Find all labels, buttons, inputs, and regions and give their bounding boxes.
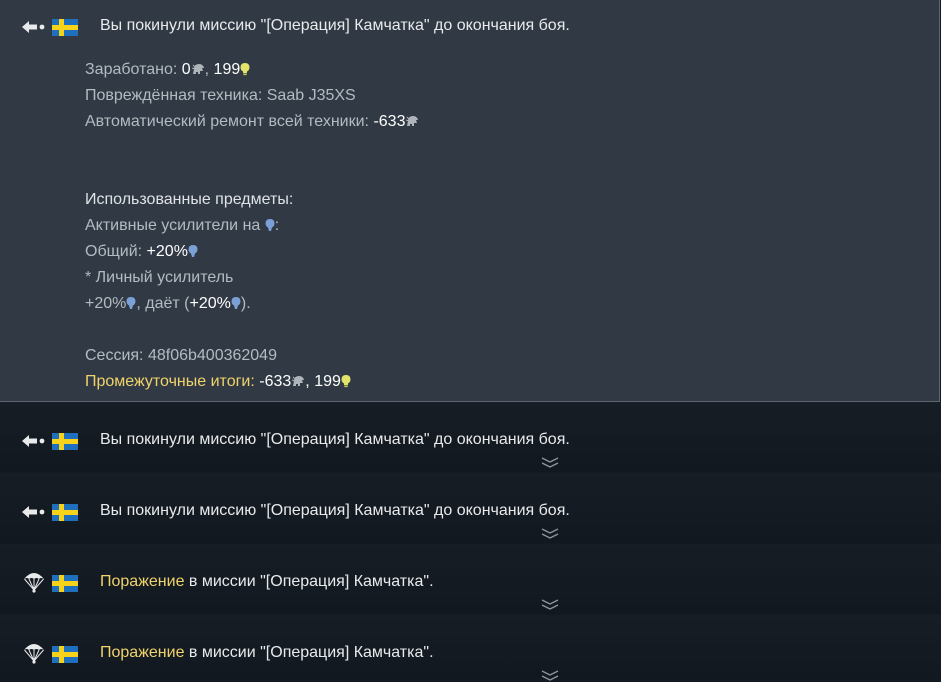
research-points-icon <box>126 296 136 310</box>
entry-header[interactable]: Поражение в миссии "[Операция] Камчатка"… <box>0 639 941 669</box>
entry-message: Вы покинули миссию "[Операция] Камчатка"… <box>100 502 570 519</box>
general-booster-line: Общий: +20% <box>85 243 198 261</box>
entry-message: Вы покинули миссию "[Операция] Камчатка"… <box>100 431 570 448</box>
research-points-icon <box>341 374 351 388</box>
personal-booster-value: +20% <box>85 295 127 312</box>
subtotal-line: Промежуточные итоги: -633, 199 <box>85 373 351 391</box>
entry-header[interactable]: Вы покинули миссию "[Операция] Камчатка"… <box>0 426 941 456</box>
gives-label: , даёт ( <box>136 295 190 312</box>
entry-message: Поражение в миссии "[Операция] Камчатка"… <box>100 644 434 662</box>
exit-arrow-icon <box>22 12 48 42</box>
entry-message: Поражение в миссии "[Операция] Камчатка"… <box>100 573 434 591</box>
personal-booster-label: * Личный усилитель <box>85 269 234 286</box>
parachute-icon <box>22 639 48 669</box>
repair-value: -633 <box>373 113 406 130</box>
damaged-label: Повреждённая техника: <box>85 87 267 104</box>
expanded-entry[interactable]: Вы покинули миссию "[Операция] Камчатка"… <box>0 0 940 402</box>
silver-lion-icon <box>405 114 419 128</box>
repair-line: Автоматический ремонт всей техники: -633 <box>85 113 419 131</box>
chevron-down-icon[interactable] <box>541 599 559 611</box>
silver-lion-icon <box>291 374 305 388</box>
defeat-label: Поражение <box>100 573 185 590</box>
entry-header[interactable]: Вы покинули миссию "[Операция] Камчатка"… <box>0 497 941 527</box>
silver-lion-icon <box>191 62 205 76</box>
defeat-text: в миссии "[Операция] Камчатка". <box>184 573 434 590</box>
sweden-flag-icon <box>52 504 78 521</box>
session-id[interactable]: 48f06b400362049 <box>148 347 277 364</box>
log-entry[interactable]: Вы покинули миссию "[Операция] Камчатка"… <box>0 402 941 472</box>
sweden-flag-icon <box>52 646 78 663</box>
log-entry[interactable]: Поражение в миссии "[Операция] Камчатка"… <box>0 615 941 679</box>
active-boosters-label: Активные усилители на <box>85 217 265 234</box>
defeat-label: Поражение <box>100 644 185 661</box>
active-boosters-line: Активные усилители на : <box>85 217 280 234</box>
research-points-icon <box>240 62 250 76</box>
exit-arrow-icon <box>22 497 48 527</box>
log-entry[interactable]: Вы покинули миссию "[Операция] Камчатка"… <box>0 473 941 543</box>
earned-rp: 199 <box>213 61 241 78</box>
sweden-flag-icon <box>52 19 78 36</box>
session-label: Сессия: <box>85 347 148 364</box>
damaged-line: Повреждённая техника: Saab J35XS <box>85 87 356 105</box>
parachute-icon <box>22 568 48 598</box>
repair-label: Автоматический ремонт всей техники: <box>85 113 374 130</box>
sweden-flag-icon <box>52 575 78 592</box>
defeat-text: в миссии "[Операция] Камчатка". <box>184 644 434 661</box>
subtotal-silver: -633 <box>259 373 292 390</box>
general-booster-label: Общий: <box>85 243 147 260</box>
gives-value: +20% <box>189 295 231 312</box>
earned-silver: 0 <box>181 61 191 78</box>
subtotal-label: Промежуточные итоги: <box>85 373 260 390</box>
chevron-down-icon[interactable] <box>541 457 559 469</box>
entry-header[interactable]: Поражение в миссии "[Операция] Камчатка"… <box>0 568 941 598</box>
research-points-icon <box>265 218 275 232</box>
damaged-vehicle: Saab J35XS <box>266 87 356 104</box>
chevron-down-icon[interactable] <box>541 670 559 682</box>
subtotal-rp: 199 <box>314 373 341 390</box>
research-points-icon <box>188 244 198 258</box>
sweden-flag-icon <box>52 433 78 450</box>
earned-line: Заработано: 0, 199 <box>85 61 250 79</box>
exit-arrow-icon <box>22 426 48 456</box>
entry-header[interactable]: Вы покинули миссию "[Операция] Камчатка"… <box>0 12 941 42</box>
session-line: Сессия: 48f06b400362049 <box>85 347 277 365</box>
research-points-icon <box>231 296 241 310</box>
general-booster-value: +20% <box>146 243 188 260</box>
earned-label: Заработано: <box>85 61 182 78</box>
log-entry[interactable]: Поражение в миссии "[Операция] Камчатка"… <box>0 544 941 614</box>
chevron-down-icon[interactable] <box>541 528 559 540</box>
entry-message: Вы покинули миссию "[Операция] Камчатка"… <box>100 17 570 34</box>
personal-booster-line: +20%, даёт (+20%). <box>85 295 251 312</box>
used-items-heading: Использованные предметы: <box>85 191 294 208</box>
